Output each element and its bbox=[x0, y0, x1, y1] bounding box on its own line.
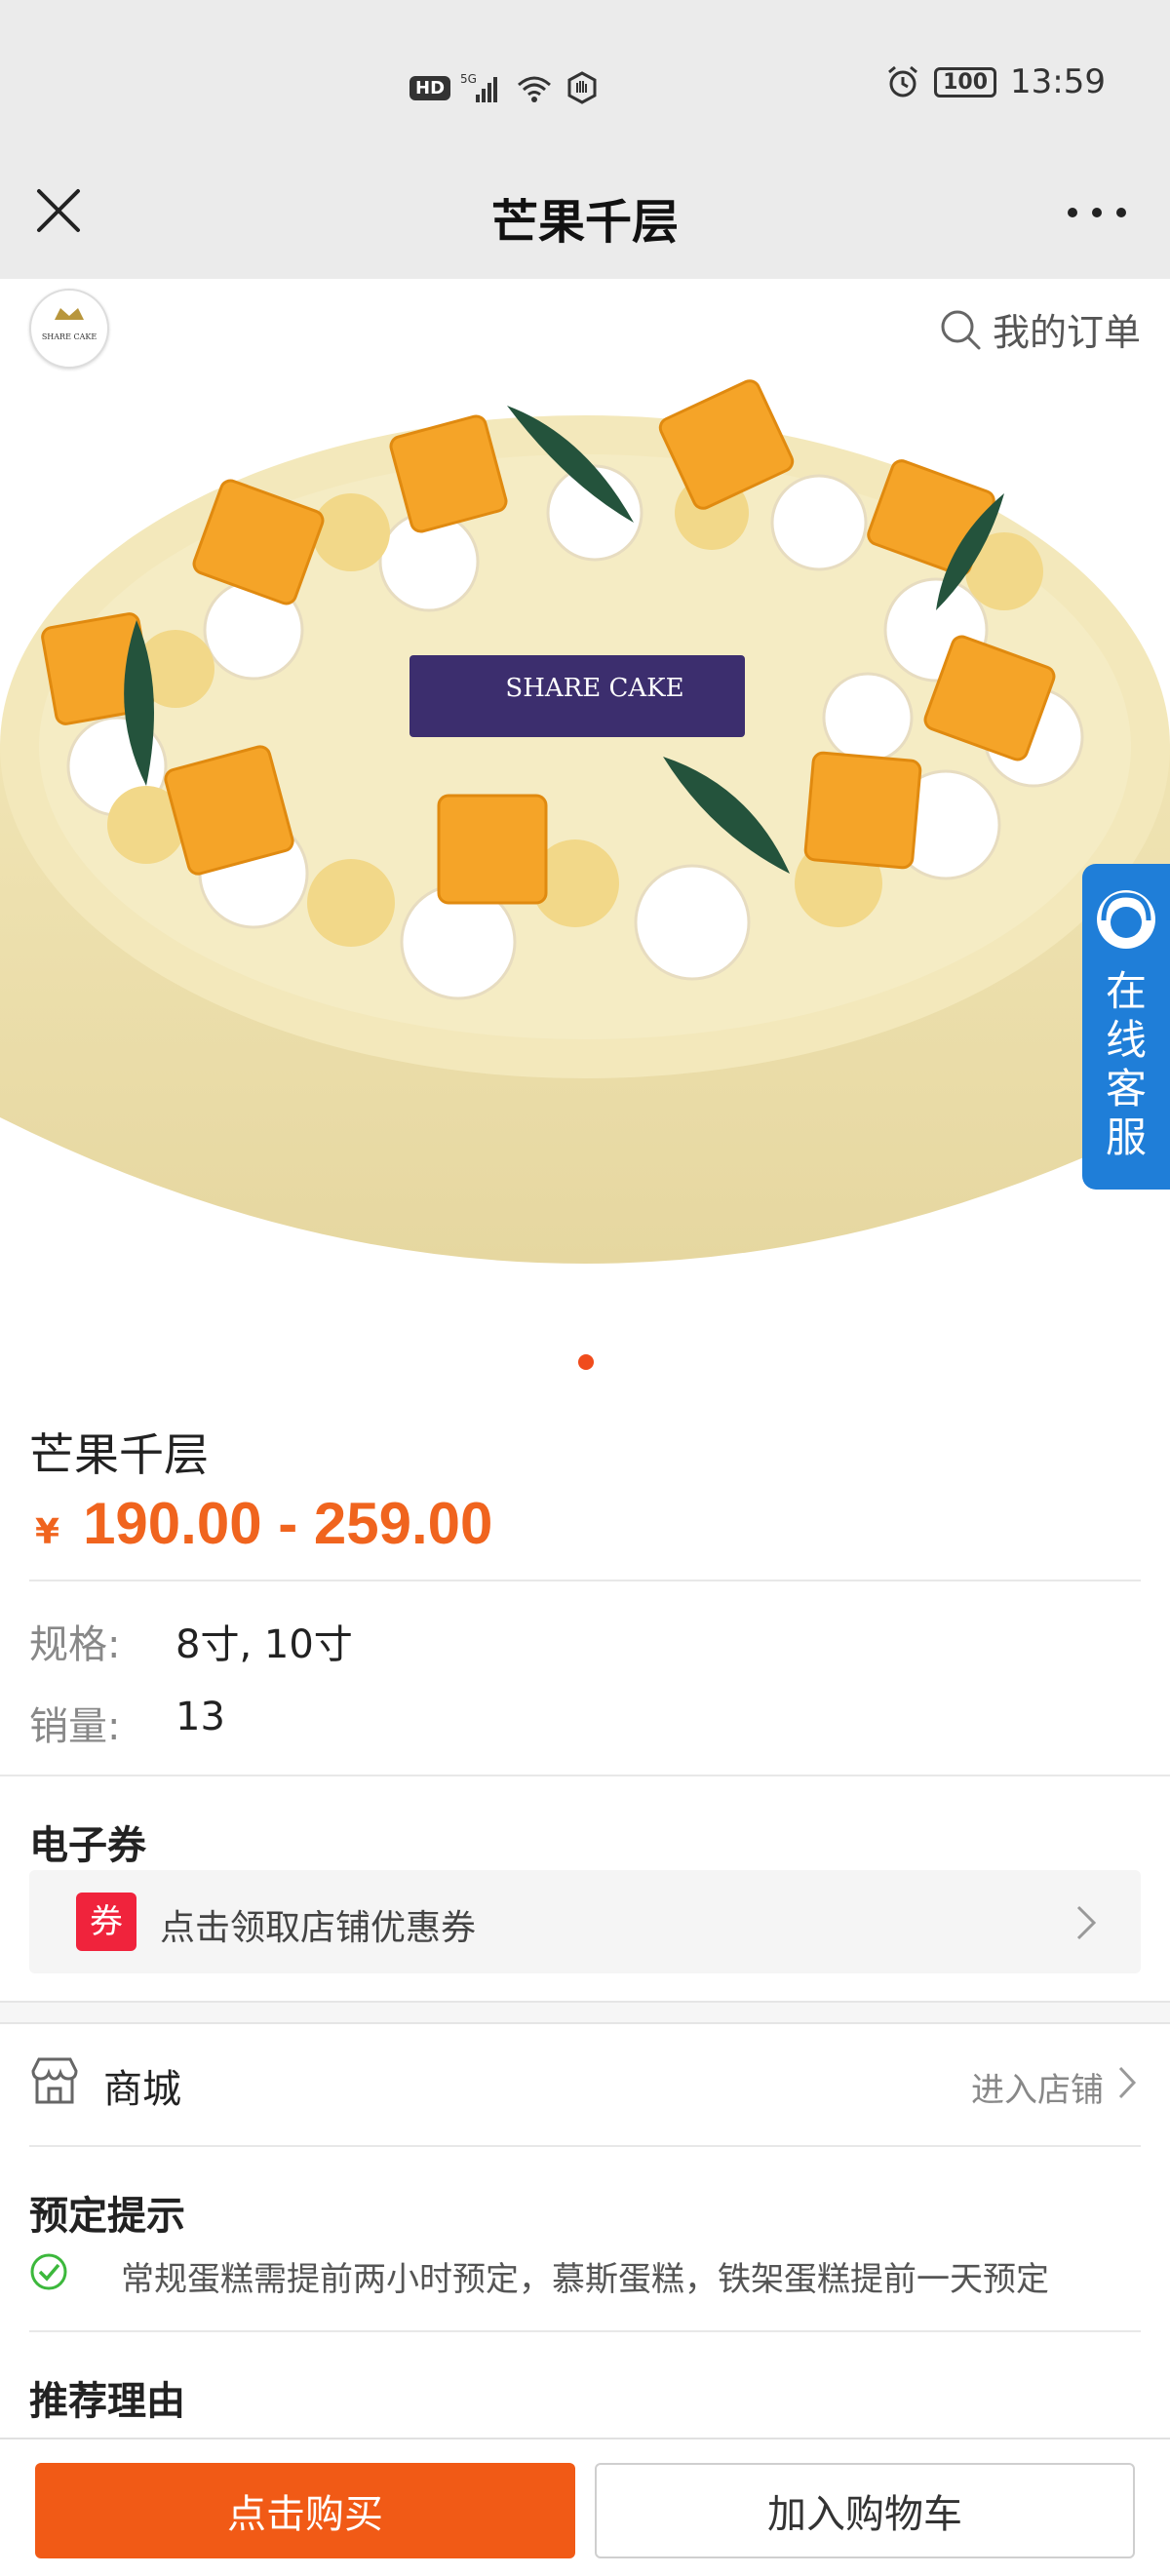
battery-indicator: 100 bbox=[934, 66, 997, 98]
coupon-badge: 券 bbox=[76, 1893, 136, 1951]
sales-label: 销量: bbox=[29, 1704, 121, 1749]
buy-now-button[interactable]: 点击购买 bbox=[35, 2463, 575, 2558]
store-logo[interactable]: SHARE CAKE bbox=[29, 289, 109, 369]
customer-service-label: 在线客服 bbox=[1105, 967, 1147, 1161]
status-time: 13:59 bbox=[1010, 62, 1106, 101]
spec-label: 规格: bbox=[29, 1622, 121, 1667]
notice-title: 预定提示 bbox=[29, 2194, 185, 2239]
spec-value: 8寸, 10寸 bbox=[176, 1622, 353, 1667]
cake-image: SHARE CAKE bbox=[0, 379, 1170, 1264]
price-range: 190.00 - 259.00 bbox=[83, 1491, 493, 1556]
logo-text: SHARE CAKE bbox=[42, 332, 98, 341]
my-orders-label: 我的订单 bbox=[992, 311, 1141, 354]
status-icons: HD 5G bbox=[410, 68, 599, 107]
bottom-action-bar: 点击购买 加入购物车 bbox=[0, 2438, 1170, 2576]
sales-row: 销量: 13 bbox=[29, 1695, 225, 1751]
spec-row: 规格: 8寸, 10寸 bbox=[29, 1613, 353, 1669]
divider bbox=[29, 2330, 1141, 2332]
divider bbox=[29, 1580, 1141, 1581]
shop-label: 商城 bbox=[103, 2067, 181, 2112]
chevron-right-icon bbox=[1076, 1905, 1097, 1940]
add-to-cart-button[interactable]: 加入购物车 bbox=[595, 2463, 1135, 2558]
check-circle-icon bbox=[30, 2253, 67, 2290]
coupon-section-title: 电子券 bbox=[29, 1823, 146, 1868]
chevron-right-icon bbox=[1118, 2066, 1137, 2099]
nav-bar: 芒果千层 bbox=[0, 146, 1170, 279]
customer-service-tab[interactable]: 在线客服 bbox=[1082, 864, 1170, 1190]
currency-symbol: ¥ bbox=[35, 1512, 60, 1552]
section-gap bbox=[0, 2001, 1170, 2024]
sales-value: 13 bbox=[176, 1695, 225, 1739]
price: ¥ 190.00 - 259.00 bbox=[35, 1490, 492, 1557]
product-name: 芒果千层 bbox=[29, 1428, 209, 1481]
notice-text: 常规蛋糕需提前两小时预定，慕斯蛋糕，铁架蛋糕提前一天预定 bbox=[121, 2260, 1049, 2299]
svg-text:5G: 5G bbox=[460, 72, 477, 86]
privacy-icon bbox=[567, 71, 597, 104]
store-icon bbox=[31, 2057, 78, 2104]
recommend-title: 推荐理由 bbox=[29, 2379, 185, 2424]
headset-icon bbox=[1097, 890, 1155, 949]
alarm-icon bbox=[888, 65, 918, 98]
wifi-icon bbox=[518, 76, 552, 102]
cake-plaque-text: SHARE CAKE bbox=[505, 674, 683, 703]
more-icon[interactable] bbox=[1063, 201, 1131, 224]
my-orders-link[interactable]: 我的订单 bbox=[938, 302, 1141, 356]
status-right: 100 13:59 bbox=[885, 62, 1106, 101]
page-title: 芒果千层 bbox=[490, 195, 679, 250]
divider bbox=[29, 2145, 1141, 2147]
shop-row[interactable]: 商城 进入店铺 bbox=[0, 2022, 1170, 2145]
carousel-indicator bbox=[578, 1354, 594, 1370]
coupon-claim-row[interactable]: 券 点击领取店铺优惠券 bbox=[29, 1870, 1141, 1973]
product-image-carousel[interactable]: SHARE CAKE bbox=[0, 279, 1170, 1390]
search-icon bbox=[941, 310, 981, 349]
signal-icon: 5G bbox=[460, 72, 498, 102]
enter-store-link[interactable]: 进入店铺 bbox=[971, 2063, 1104, 2111]
coupon-text: 点击领取店铺优惠券 bbox=[160, 1908, 477, 1948]
hd-badge: HD bbox=[410, 75, 451, 100]
divider bbox=[0, 1775, 1170, 1776]
